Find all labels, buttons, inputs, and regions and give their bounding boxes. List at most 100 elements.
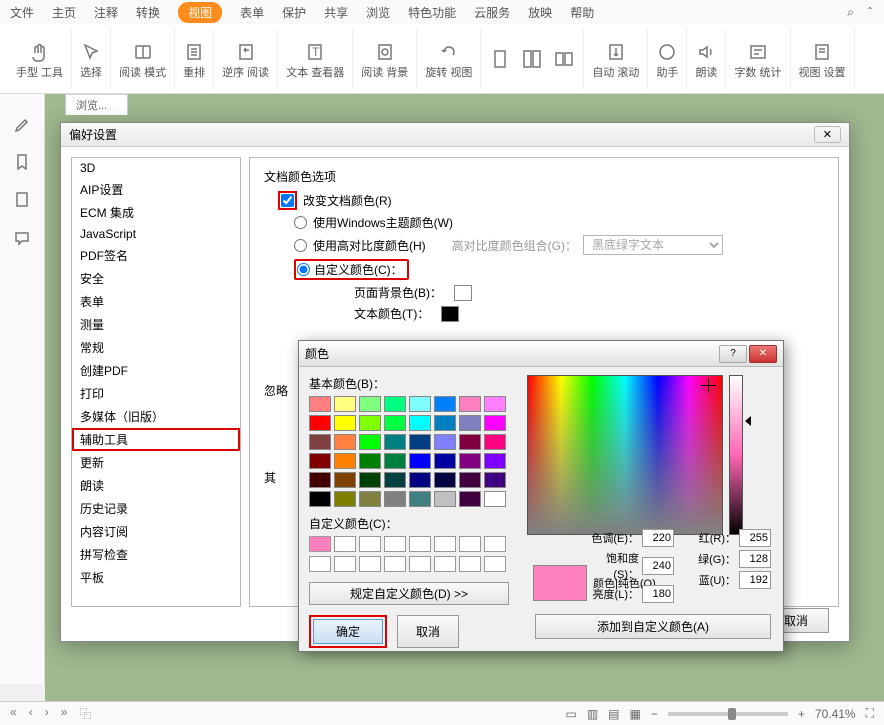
- color-ok-button[interactable]: 确定: [313, 619, 383, 644]
- basic-swatch-3[interactable]: [384, 396, 406, 412]
- zoom-out-icon[interactable]: −: [651, 707, 658, 721]
- basic-swatch-0[interactable]: [309, 396, 331, 412]
- radio-windows-color[interactable]: [294, 216, 307, 229]
- view-mode-3-icon[interactable]: ▤: [608, 707, 619, 721]
- ribbon-reverse-read[interactable]: 逆序 阅读: [214, 28, 278, 89]
- basic-swatch-15[interactable]: [484, 415, 506, 431]
- view-mode-2-icon[interactable]: ▥: [587, 707, 598, 721]
- nav-page-icon[interactable]: ⿻: [79, 705, 91, 722]
- menu-form[interactable]: 表单: [240, 4, 264, 21]
- ribbon-rotate-view[interactable]: 旋转 视图: [417, 28, 481, 89]
- fullscreen-icon[interactable]: ⛶: [866, 706, 874, 721]
- basic-swatch-6[interactable]: [459, 396, 481, 412]
- basic-swatch-24[interactable]: [309, 453, 331, 469]
- basic-swatch-42[interactable]: [359, 491, 381, 507]
- pref-item-update[interactable]: 更新: [72, 451, 240, 474]
- ribbon-assistant[interactable]: 助手: [648, 28, 687, 89]
- menu-annotate[interactable]: 注释: [94, 4, 118, 21]
- menu-share[interactable]: 共享: [324, 4, 348, 21]
- basic-swatch-18[interactable]: [359, 434, 381, 450]
- pref-item-tablet[interactable]: 平板: [72, 566, 240, 589]
- clipboard-icon[interactable]: [13, 190, 31, 208]
- ribbon-select[interactable]: 选择: [72, 28, 111, 89]
- basic-swatch-2[interactable]: [359, 396, 381, 412]
- basic-swatch-37[interactable]: [434, 472, 456, 488]
- menu-browse[interactable]: 浏览: [366, 4, 390, 21]
- basic-swatch-28[interactable]: [409, 453, 431, 469]
- basic-swatch-22[interactable]: [459, 434, 481, 450]
- basic-swatch-40[interactable]: [309, 491, 331, 507]
- ribbon-text-viewer[interactable]: T文本 查看器: [278, 28, 353, 89]
- menu-convert[interactable]: 转换: [136, 4, 160, 21]
- menu-home[interactable]: 主页: [52, 4, 76, 21]
- nav-last-icon[interactable]: »: [61, 705, 68, 722]
- layout-continuous-icon[interactable]: [521, 48, 543, 70]
- luminance-slider[interactable]: [729, 375, 743, 535]
- document-tab[interactable]: 浏览...: [65, 94, 128, 115]
- blue-input[interactable]: [739, 571, 771, 589]
- custom-swatch-11[interactable]: [384, 556, 406, 572]
- pref-item-multimedia[interactable]: 多媒体（旧版）: [72, 405, 240, 428]
- ribbon-read-bg[interactable]: 阅读 背景: [353, 28, 417, 89]
- ribbon-read-mode[interactable]: 阅读 模式: [111, 28, 175, 89]
- menu-slideshow[interactable]: 放映: [528, 4, 552, 21]
- basic-swatch-44[interactable]: [409, 491, 431, 507]
- nav-prev-icon[interactable]: ‹: [29, 705, 33, 722]
- pref-item-ecm[interactable]: ECM 集成: [72, 201, 240, 224]
- red-input[interactable]: [739, 529, 771, 547]
- pref-item-3d[interactable]: 3D: [72, 158, 240, 178]
- basic-swatch-14[interactable]: [459, 415, 481, 431]
- nav-next-icon[interactable]: ›: [45, 705, 49, 722]
- basic-swatch-8[interactable]: [309, 415, 331, 431]
- add-to-custom-button[interactable]: 添加到自定义颜色(A): [535, 614, 771, 639]
- define-custom-button[interactable]: 规定自定义颜色(D) >>: [309, 582, 509, 605]
- pref-item-accessibility[interactable]: 辅助工具: [72, 428, 240, 451]
- color-close-button[interactable]: ✕: [749, 345, 777, 363]
- basic-swatch-20[interactable]: [409, 434, 431, 450]
- custom-swatch-9[interactable]: [334, 556, 356, 572]
- basic-swatch-12[interactable]: [409, 415, 431, 431]
- pref-item-pdfsign[interactable]: PDF签名: [72, 244, 240, 267]
- pref-item-general[interactable]: 常规: [72, 336, 240, 359]
- basic-swatch-30[interactable]: [459, 453, 481, 469]
- basic-swatch-7[interactable]: [484, 396, 506, 412]
- basic-swatch-5[interactable]: [434, 396, 456, 412]
- ribbon-hand-tool[interactable]: 手型 工具: [8, 28, 72, 89]
- basic-swatch-11[interactable]: [384, 415, 406, 431]
- layout-single-icon[interactable]: [489, 48, 511, 70]
- basic-swatch-38[interactable]: [459, 472, 481, 488]
- pref-item-security[interactable]: 安全: [72, 267, 240, 290]
- basic-swatch-26[interactable]: [359, 453, 381, 469]
- basic-swatch-17[interactable]: [334, 434, 356, 450]
- custom-swatch-2[interactable]: [359, 536, 381, 552]
- color-cancel-button[interactable]: 取消: [397, 615, 459, 648]
- hue-input[interactable]: [642, 529, 674, 547]
- custom-swatch-13[interactable]: [434, 556, 456, 572]
- zoom-thumb[interactable]: [728, 708, 736, 720]
- view-mode-1-icon[interactable]: ▭: [565, 707, 576, 721]
- chat-icon[interactable]: [13, 228, 31, 246]
- zoom-in-icon[interactable]: +: [798, 707, 805, 721]
- basic-swatch-33[interactable]: [334, 472, 356, 488]
- basic-swatch-23[interactable]: [484, 434, 506, 450]
- pref-item-js[interactable]: JavaScript: [72, 224, 240, 244]
- caret-up-icon[interactable]: ˆ: [868, 5, 872, 20]
- nav-first-icon[interactable]: «: [10, 705, 17, 722]
- basic-swatch-25[interactable]: [334, 453, 356, 469]
- basic-swatch-41[interactable]: [334, 491, 356, 507]
- bookmark-icon[interactable]: [13, 152, 31, 170]
- chk-change-doc-color[interactable]: [281, 194, 294, 207]
- view-mode-4-icon[interactable]: ▦: [630, 707, 641, 721]
- pref-item-spell[interactable]: 拼写检查: [72, 543, 240, 566]
- radio-high-contrast[interactable]: [294, 239, 307, 252]
- custom-swatch-1[interactable]: [334, 536, 356, 552]
- basic-swatch-16[interactable]: [309, 434, 331, 450]
- basic-swatch-32[interactable]: [309, 472, 331, 488]
- lum-input[interactable]: [642, 585, 674, 603]
- basic-swatch-27[interactable]: [384, 453, 406, 469]
- basic-swatch-47[interactable]: [484, 491, 506, 507]
- zoom-slider[interactable]: [668, 712, 788, 716]
- basic-swatch-46[interactable]: [459, 491, 481, 507]
- sat-input[interactable]: [642, 557, 674, 575]
- custom-swatch-4[interactable]: [409, 536, 431, 552]
